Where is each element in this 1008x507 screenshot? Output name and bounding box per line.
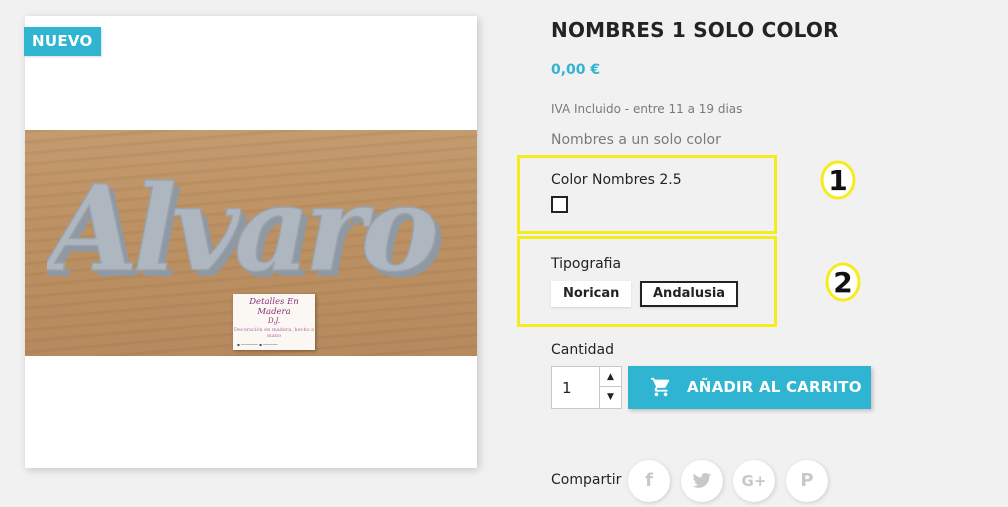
product-image-card[interactable]: Alvaro Alvaro Detalles En Madera D.J. De… bbox=[25, 16, 477, 468]
facebook-share-button[interactable]: f bbox=[628, 460, 670, 502]
product-description: Nombres a un solo color bbox=[551, 132, 721, 148]
add-to-cart-label: AÑADIR AL CARRITO bbox=[687, 378, 862, 396]
highlight-box-1 bbox=[517, 155, 777, 234]
product-photo: Alvaro Alvaro Detalles En Madera D.J. De… bbox=[25, 130, 477, 356]
twitter-icon bbox=[692, 473, 712, 488]
quantity-increase-button[interactable]: ▲ bbox=[599, 367, 621, 387]
svg-text:1: 1 bbox=[828, 164, 847, 197]
quantity-input[interactable] bbox=[552, 367, 599, 408]
chevron-up-icon: ▲ bbox=[607, 372, 614, 382]
annotation-number-1: 1 bbox=[820, 160, 856, 200]
annotation-number-2: 2 bbox=[825, 262, 861, 302]
pinterest-share-button[interactable]: P bbox=[786, 460, 828, 502]
brand-card: Detalles En Madera D.J. Decoración en ma… bbox=[233, 294, 315, 350]
shopping-cart-icon bbox=[650, 377, 670, 397]
svg-text:Alvaro: Alvaro bbox=[47, 159, 436, 298]
google-plus-share-button[interactable]: G+ bbox=[733, 460, 775, 502]
share-label: Compartir bbox=[551, 472, 622, 488]
add-to-cart-button[interactable]: AÑADIR AL CARRITO bbox=[628, 366, 871, 409]
new-badge: NUEVO bbox=[24, 27, 101, 56]
product-price: 0,00 € bbox=[551, 62, 601, 78]
google-plus-icon: G+ bbox=[741, 472, 767, 490]
chevron-down-icon: ▼ bbox=[607, 392, 614, 402]
svg-text:2: 2 bbox=[833, 266, 852, 299]
typography-label: Tipografia bbox=[551, 256, 622, 272]
pinterest-icon: P bbox=[800, 470, 814, 491]
quantity-stepper: ▲ ▼ bbox=[551, 366, 622, 409]
quantity-decrease-button[interactable]: ▼ bbox=[599, 387, 621, 408]
product-title: NOMBRES 1 SOLO COLOR bbox=[551, 18, 839, 42]
color-swatch[interactable] bbox=[551, 196, 568, 213]
wooden-name-cutout: Alvaro Alvaro bbox=[47, 158, 448, 304]
facebook-icon: f bbox=[645, 470, 653, 491]
typography-option-norican[interactable]: Norican bbox=[551, 281, 632, 307]
quantity-label: Cantidad bbox=[551, 342, 614, 358]
typography-option-andalusia[interactable]: Andalusia bbox=[640, 281, 739, 307]
color-label: Color Nombres 2.5 bbox=[551, 172, 682, 188]
twitter-share-button[interactable] bbox=[681, 460, 723, 502]
tax-info: IVA Incluido - entre 11 a 19 dias bbox=[551, 102, 743, 116]
